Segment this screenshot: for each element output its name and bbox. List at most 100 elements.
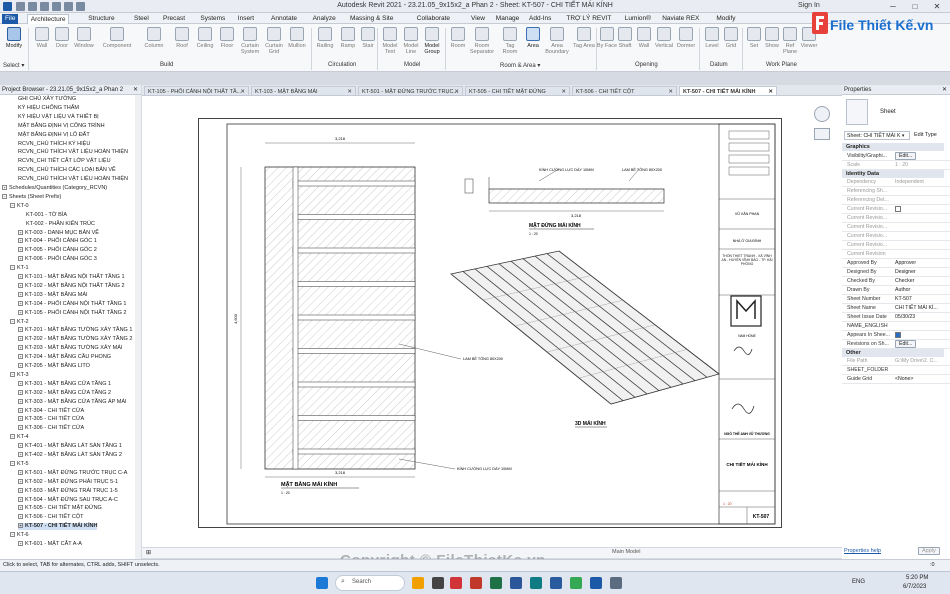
expand-toggle-icon[interactable]: + [18,229,23,235]
browser-item[interactable]: + KT-203 - MẶT BẰNG TƯỜNG XÂY MÁI [18,345,122,352]
close-tab-icon[interactable]: ✕ [347,87,352,95]
browser-item[interactable]: + KT-004 - PHỐI CẢNH GÓC 1 [18,238,97,245]
checkbox[interactable] [895,331,901,338]
property-value[interactable] [895,205,950,213]
chrome-icon[interactable] [570,577,582,589]
property-row-issue-date[interactable]: Sheet Issue Date 05/30/23 [842,313,950,322]
expand-toggle-icon[interactable]: + [18,247,23,253]
drawing-canvas[interactable]: 3,218 3,218 4,600 LAM BÊ TÔNG 80X200 KÍN… [142,96,842,558]
graphics-section[interactable]: Graphics [842,143,944,151]
property-row-visibility[interactable]: Visibility/Graphi... Edit... [842,152,950,161]
property-value[interactable]: Approver [895,259,950,267]
browser-item[interactable]: RCVN_CHÚ THÍCH CÁC LOẠI BẢN VẼ [18,167,116,174]
expand-toggle-icon[interactable]: + [18,363,23,369]
property-row-ref-sheet[interactable]: Referencing Sh... [842,187,950,196]
property-row-sheet-name[interactable]: Sheet Name CHI TIẾT MÁI KÍ... [842,304,950,313]
property-row-cur-rev3[interactable]: Current Revisio... [842,223,950,232]
menu-tab-naviate-rex[interactable]: Naviate REX [659,14,702,24]
property-row-name-english[interactable]: NAME_ENGLISH [842,322,950,331]
browser-item[interactable]: + KT-202 - MẶT BẰNG TƯỜNG XÂY TẦNG 2 [18,336,132,343]
edit-button[interactable]: Edit... [895,340,917,348]
property-value[interactable]: G:\My Drive\2. C... [895,357,950,365]
browser-item[interactable]: + KT-304 - CHI TIẾT CỬA [18,408,84,415]
property-row-approved[interactable]: Approved By Approver [842,259,950,268]
menu-tab-steel[interactable]: Steel [131,14,152,24]
browser-item[interactable]: + KT-503 - MẶT ĐỨNG TRÁI TRỤC 1-5 [18,488,118,495]
property-row-scale[interactable]: Scale 1 : 20 [842,161,950,170]
other-section[interactable]: Other [842,349,944,357]
property-value[interactable]: 05/30/23 [895,313,950,321]
property-row-cur-rev5[interactable]: Current Revisio... [842,241,950,250]
revit-icon[interactable] [590,577,602,589]
grid-button[interactable]: Grid [719,27,743,49]
instance-selector[interactable]: Sheet: CHI TIẾT MÁI K ▾ [844,131,910,140]
word-icon[interactable] [510,577,522,589]
browser-item[interactable]: − KT-0 [10,203,29,210]
close-tab-icon[interactable]: ✕ [240,87,245,95]
excel-icon[interactable] [490,577,502,589]
browser-item[interactable]: RCVN_CHI TIẾT CẮT LỚP VẬT LIỆU [18,158,111,165]
menu-tab-precast[interactable]: Precast [160,14,188,24]
expand-toggle-icon[interactable]: + [18,505,23,511]
browser-item[interactable]: + KT-006 - PHỐI CẢNH GÓC 3 [18,256,97,263]
expand-toggle-icon[interactable]: + [18,487,23,493]
browser-item[interactable]: − Sheets (Sheet Prefix) [2,194,61,201]
browser-item[interactable]: + KT-506 - CHI TIẾT CỘT [18,514,83,521]
expand-toggle-icon[interactable]: + [18,291,23,297]
view-tab[interactable]: KT-505 - CHI TIẾT MẶT ĐỨNG ✕ [465,86,570,96]
view-tab[interactable]: KT-103 - MẶT BẰNG MÁI ✕ [251,86,356,96]
view-tab[interactable]: KT-501 - MẶT ĐỨNG TRƯỚC TRỤC... ✕ [358,86,463,96]
identity-section[interactable]: Identity Data [842,170,944,178]
door-button[interactable]: Door [50,27,74,49]
properties-help-link[interactable]: Properties help [844,548,881,554]
close-icon[interactable]: ✕ [133,86,138,93]
browser-item[interactable]: KÝ HIỆU VẬT LIỆU VÀ THIẾT BỊ [18,114,99,121]
property-row-checked[interactable]: Checked By Checker [842,277,950,286]
roof-button[interactable]: Roof [170,27,194,49]
property-value[interactable] [895,331,950,339]
view-tab[interactable]: KT-507 - CHI TIẾT MÁI KÍNH ✕ [679,86,777,96]
edge-icon[interactable] [530,577,542,589]
edit-type-button[interactable]: Edit Type [914,132,937,138]
expand-toggle-icon[interactable]: + [18,496,23,502]
browser-item[interactable]: + KT-102 - MẶT BẰNG NỘI THẤT TẦNG 2 [18,283,125,290]
expand-toggle-icon[interactable]: + [18,274,23,280]
expand-toggle-icon[interactable]: + [18,425,23,431]
browser-item[interactable]: RCVN_CHÚ THÍCH KÝ HIỆU [18,141,90,148]
property-value[interactable]: Designer [895,268,950,276]
clock-time[interactable]: 5:20 PM [906,575,928,581]
browser-item[interactable]: − KT-4 [10,434,29,441]
expand-toggle-icon[interactable]: + [18,469,23,475]
menu-tab-add-ins[interactable]: Add-Ins [526,14,554,24]
tag-area-button[interactable]: Tag Area [572,27,596,49]
expand-toggle-icon[interactable]: + [18,541,23,547]
browser-item[interactable]: + KT-103 - MẶT BẰNG MÁI [18,292,88,299]
expand-toggle-icon[interactable]: − [10,371,15,377]
expand-toggle-icon[interactable]: − [10,265,15,271]
property-row-designed[interactable]: Designed By Designer [842,268,950,277]
property-row-file-path[interactable]: File Path G:\My Drive\2. C... [842,357,950,366]
expand-toggle-icon[interactable]: + [18,389,23,395]
property-row-cur-rev2[interactable]: Current Revisio... [842,214,950,223]
zoom-icon[interactable] [814,128,830,140]
menu-tab-systems[interactable]: Systems [197,14,228,24]
filter-count[interactable]: :0 [930,562,935,568]
browser-item[interactable]: MẶT BẰNG ĐỊNH VỊ LÔ ĐẤT [18,132,90,139]
browser-item[interactable]: + KT-306 - CHI TIẾT CỬA [18,425,84,432]
expand-toggle-icon[interactable]: − [10,202,15,208]
property-value[interactable]: Independent [895,178,950,186]
area-boundary-button[interactable]: Area Boundary [543,27,571,55]
expand-toggle-icon[interactable]: + [18,336,23,342]
browser-item[interactable]: RCVN_CHÚ THÍCH VẬT LIỆU HOÀN THIỆN [18,176,128,183]
browser-item[interactable]: − KT-5 [10,461,29,468]
close-tab-icon[interactable]: ✕ [561,87,566,95]
browser-item[interactable]: − KT-6 [10,532,29,539]
apply-button[interactable]: Apply [918,547,940,555]
menu-tab-tr-l-revit[interactable]: TRỢ LÝ REVIT [563,14,614,24]
browser-item[interactable]: RCVN_CHÚ THÍCH VẬT LIỆU HOÀN THIỆN [18,149,128,156]
browser-item[interactable]: + KT-205 - MẶT BẰNG LITO [18,363,90,370]
property-row-revisions[interactable]: Revisions on Sh... Edit... [842,340,950,349]
property-value[interactable]: KT-507 [895,295,950,303]
window-button[interactable]: Window [72,27,96,49]
menu-tab-manage[interactable]: Manage [493,14,523,24]
